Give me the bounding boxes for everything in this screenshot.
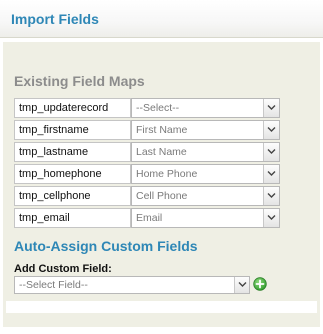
- chevron-down-icon[interactable]: [263, 187, 279, 205]
- field-map-select[interactable]: First Name: [131, 120, 280, 140]
- select-value: First Name: [136, 124, 188, 136]
- field-map-select[interactable]: Home Phone: [131, 164, 280, 184]
- field-map-row: tmp_updaterecord --Select--: [14, 98, 280, 118]
- field-map-row: tmp_homephone Home Phone: [14, 164, 280, 184]
- select-value: --Select--: [136, 102, 180, 114]
- existing-field-maps-heading: Existing Field Maps: [14, 73, 145, 89]
- auto-assign-heading: Auto-Assign Custom Fields: [14, 238, 198, 254]
- field-name-input[interactable]: tmp_lastname: [14, 142, 131, 162]
- field-name-input[interactable]: tmp_updaterecord: [14, 98, 131, 118]
- select-value: Email: [136, 212, 163, 224]
- field-name-input[interactable]: tmp_homephone: [14, 164, 131, 184]
- field-map-select[interactable]: Email: [131, 208, 280, 228]
- field-map-row: tmp_email Email: [14, 208, 280, 228]
- panel-footer-strip: [6, 301, 317, 313]
- select-value: Last Name: [136, 146, 187, 158]
- chevron-down-icon[interactable]: [263, 99, 279, 117]
- add-custom-field-label: Add Custom Field:: [14, 263, 112, 275]
- field-name-input[interactable]: tmp_firstname: [14, 120, 131, 140]
- plus-circle-icon[interactable]: [253, 277, 267, 291]
- select-value: --Select Field--: [19, 279, 88, 291]
- custom-field-select[interactable]: --Select Field--: [14, 276, 250, 294]
- field-map-row: tmp_lastname Last Name: [14, 142, 280, 162]
- import-fields-panel: Existing Field Maps tmp_updaterecord --S…: [3, 42, 320, 327]
- field-name-input[interactable]: tmp_cellphone: [14, 186, 131, 206]
- chevron-down-icon[interactable]: [263, 209, 279, 227]
- field-map-select[interactable]: Last Name: [131, 142, 280, 162]
- field-name-input[interactable]: tmp_email: [14, 208, 131, 228]
- field-map-row: tmp_cellphone Cell Phone: [14, 186, 280, 206]
- page-header: Import Fields: [0, 0, 323, 38]
- field-map-row: tmp_firstname First Name: [14, 120, 280, 140]
- field-map-select[interactable]: Cell Phone: [131, 186, 280, 206]
- page-title: Import Fields: [11, 11, 99, 27]
- field-map-select[interactable]: --Select--: [131, 98, 280, 118]
- chevron-down-icon[interactable]: [263, 165, 279, 183]
- select-value: Home Phone: [136, 168, 198, 180]
- select-value: Cell Phone: [136, 190, 188, 202]
- chevron-down-icon[interactable]: [263, 121, 279, 139]
- add-custom-field-button[interactable]: [253, 277, 267, 291]
- chevron-down-icon[interactable]: [234, 277, 249, 293]
- chevron-down-icon[interactable]: [263, 143, 279, 161]
